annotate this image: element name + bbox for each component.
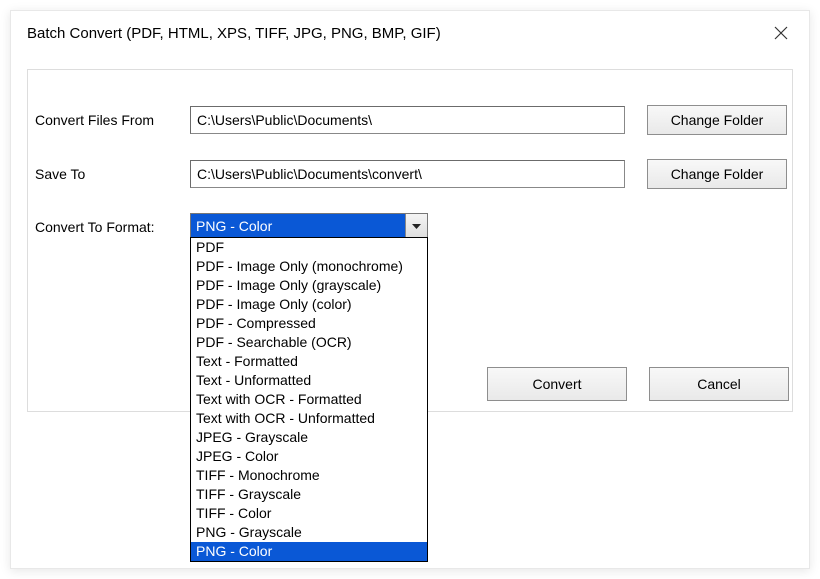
- label-saveto: Save To: [35, 166, 190, 182]
- change-folder-saveto-button[interactable]: Change Folder: [647, 159, 787, 189]
- format-option[interactable]: Text with OCR - Formatted: [191, 390, 427, 409]
- format-option[interactable]: Text - Unformatted: [191, 371, 427, 390]
- dialog-title: Batch Convert (PDF, HTML, XPS, TIFF, JPG…: [27, 25, 765, 42]
- row-saveto: Save To Change Folder: [35, 159, 789, 189]
- input-from[interactable]: [190, 106, 625, 134]
- format-option[interactable]: JPEG - Color: [191, 447, 427, 466]
- dialog-body: Convert Files From Change Folder Save To…: [11, 55, 809, 425]
- format-option[interactable]: TIFF - Grayscale: [191, 485, 427, 504]
- bottom-button-bar: Convert Cancel: [487, 367, 789, 401]
- cancel-button[interactable]: Cancel: [649, 367, 789, 401]
- format-option[interactable]: Text with OCR - Unformatted: [191, 409, 427, 428]
- change-folder-from-button[interactable]: Change Folder: [647, 105, 787, 135]
- format-option[interactable]: TIFF - Color: [191, 504, 427, 523]
- format-option[interactable]: PDF - Searchable (OCR): [191, 333, 427, 352]
- titlebar: Batch Convert (PDF, HTML, XPS, TIFF, JPG…: [11, 11, 809, 55]
- format-dropdown-list[interactable]: PDFPDF - Image Only (monochrome)PDF - Im…: [190, 237, 428, 562]
- format-option[interactable]: Text - Formatted: [191, 352, 427, 371]
- format-option[interactable]: PDF: [191, 238, 427, 257]
- close-icon: [774, 26, 788, 40]
- convert-button[interactable]: Convert: [487, 367, 627, 401]
- format-option[interactable]: TIFF - Monochrome: [191, 466, 427, 485]
- label-format: Convert To Format:: [35, 219, 190, 235]
- dialog-window: Batch Convert (PDF, HTML, XPS, TIFF, JPG…: [10, 10, 810, 569]
- format-option[interactable]: PDF - Image Only (color): [191, 295, 427, 314]
- format-option[interactable]: PNG - Color: [191, 542, 427, 561]
- format-option[interactable]: PDF - Image Only (grayscale): [191, 276, 427, 295]
- input-saveto[interactable]: [190, 160, 625, 188]
- chevron-down-icon: [412, 224, 421, 230]
- close-button[interactable]: [765, 17, 797, 49]
- format-option[interactable]: PDF - Compressed: [191, 314, 427, 333]
- format-option[interactable]: PNG - Grayscale: [191, 523, 427, 542]
- format-option[interactable]: PDF - Image Only (monochrome): [191, 257, 427, 276]
- format-option[interactable]: JPEG - Grayscale: [191, 428, 427, 447]
- label-from: Convert Files From: [35, 112, 190, 128]
- row-from: Convert Files From Change Folder: [35, 105, 789, 135]
